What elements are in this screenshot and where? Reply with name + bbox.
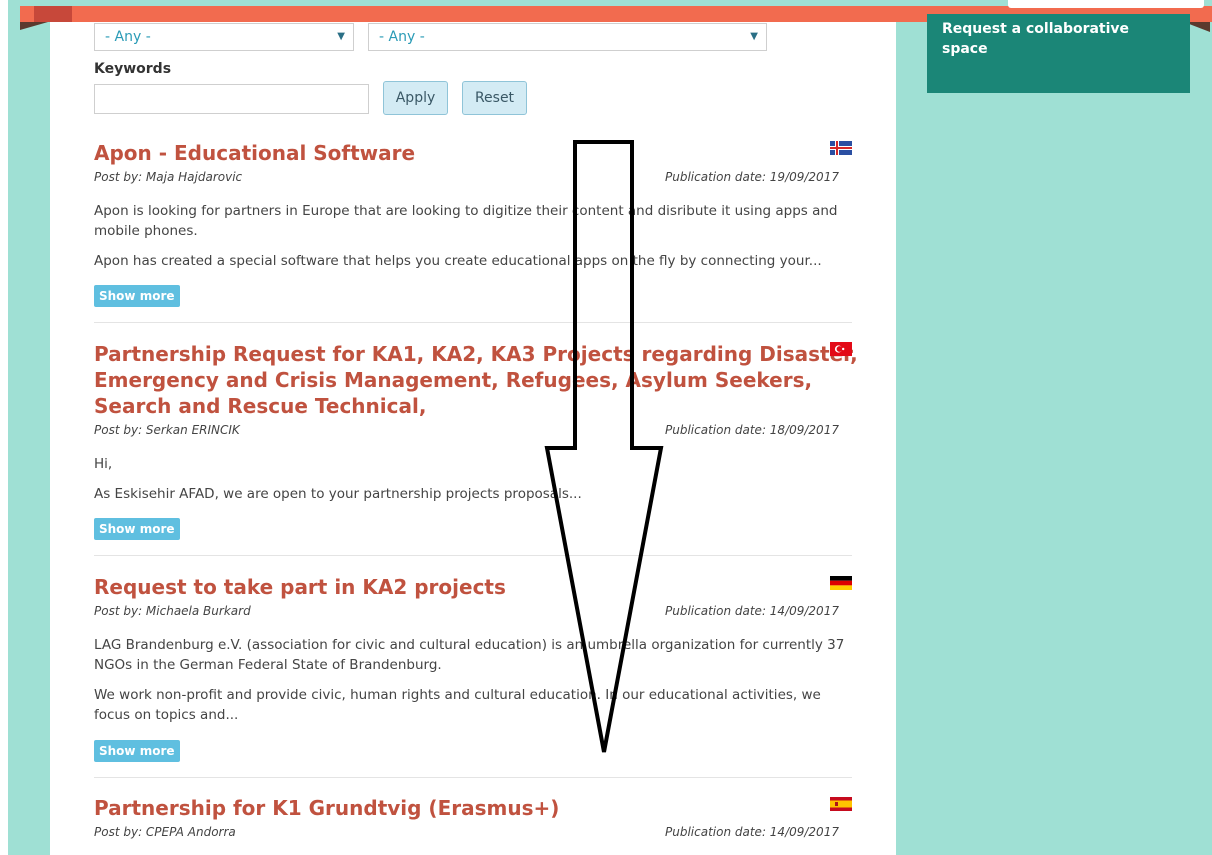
apply-button[interactable]: Apply [383,81,448,115]
turkey-flag-icon [830,342,852,356]
post-paragraph: As Eskisehir AFAD, we are open to your p… [94,486,582,502]
germany-flag-icon [830,576,852,590]
post-paragraph: Apon is looking for partners in Europe t… [94,203,838,239]
post-paragraph: LAG Brandenburg e.V. (association for ci… [94,637,845,673]
post-title[interactable]: Partnership Request for KA1, KA2, KA3 Pr… [94,341,858,419]
post-date: Publication date: 14/09/2017 [665,825,839,839]
post-separator [94,777,852,778]
filter-select-2[interactable]: - Any - ▼ [368,23,767,51]
post-separator [94,322,852,323]
post-paragraph: We work non-profit and provide civic, hu… [94,687,821,723]
post-paragraph: Hi, [94,456,113,472]
top-tab [1008,0,1204,8]
post-date: Publication date: 19/09/2017 [665,170,839,184]
post-date: Publication date: 18/09/2017 [665,423,839,437]
post-date: Publication date: 14/09/2017 [665,604,839,618]
post-title-line[interactable]: Apon - Educational Software [94,141,415,165]
show-more-button[interactable]: Show more [94,285,180,307]
post-byline: Post by: Maja Hajdarovic [94,170,243,184]
filter-select-1[interactable]: - Any - ▼ [94,23,354,51]
spain-flag-icon [830,797,852,811]
filter-select-2-value: - Any - [379,29,425,45]
post-byline: Post by: CPEPA Andorra [94,825,236,839]
post-title-line[interactable]: Partnership Request for KA1, KA2, KA3 Pr… [94,341,858,367]
chevron-down-icon: ▼ [750,31,758,42]
post-title[interactable]: Partnership for K1 Grundtvig (Erasmus+) [94,795,559,821]
post-title[interactable]: Apon - Educational Software [94,140,415,166]
show-more-button[interactable]: Show more [94,740,180,762]
post-title-line[interactable]: Emergency and Crisis Management, Refugee… [94,367,858,393]
iceland-flag-icon [830,141,852,155]
post-title[interactable]: Request to take part in KA2 projects [94,574,506,600]
filter-select-1-value: - Any - [105,29,151,45]
post-title-line[interactable]: Partnership for K1 Grundtvig (Erasmus+) [94,796,559,820]
keywords-label: Keywords [94,61,172,77]
request-space-box[interactable]: Request a collaborative space [927,14,1190,93]
post-paragraph: Apon has created a special software that… [94,253,822,269]
post-byline: Post by: Serkan ERINCIK [94,423,240,437]
post-title-line[interactable]: Request to take part in KA2 projects [94,575,506,599]
show-more-button[interactable]: Show more [94,518,180,540]
post-separator [94,555,852,556]
request-space-label[interactable]: Request a collaborative space [942,19,1162,59]
reset-button[interactable]: Reset [462,81,527,115]
post-byline: Post by: Michaela Burkard [94,604,251,618]
post-title-line[interactable]: Search and Rescue Technical, [94,393,858,419]
keywords-input[interactable] [94,84,369,114]
top-banner-accent [34,6,72,22]
banner-fold-left [20,22,48,30]
chevron-down-icon: ▼ [337,31,345,42]
